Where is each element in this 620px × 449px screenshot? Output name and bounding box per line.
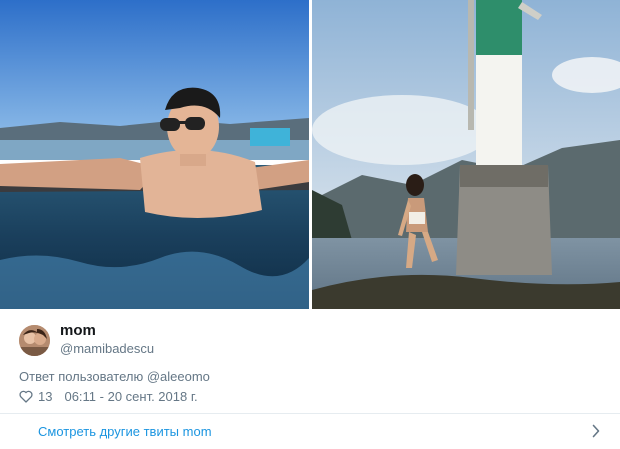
reply-to-text: Ответ пользователю @aleeomo bbox=[19, 369, 210, 384]
photo-hot-tub[interactable] bbox=[0, 0, 309, 309]
tweet-photos bbox=[0, 0, 620, 309]
heart-outline-icon[interactable] bbox=[19, 390, 33, 403]
chevron-right-icon bbox=[592, 424, 600, 438]
author-avatar[interactable] bbox=[19, 325, 50, 356]
author-handle[interactable]: @mamibadescu bbox=[60, 341, 154, 356]
tweet-timestamp[interactable]: 06:11 - 20 сент. 2018 г. bbox=[64, 389, 197, 404]
author-display-name[interactable]: mom bbox=[60, 322, 96, 339]
more-tweets-link[interactable]: Смотреть другие твиты mom bbox=[0, 414, 620, 449]
tweet-card: mom @mamibadescu Ответ пользователю @ale… bbox=[0, 0, 620, 449]
photo-lighthouse[interactable] bbox=[312, 0, 620, 309]
tweet-meta: 13 06:11 - 20 сент. 2018 г. bbox=[19, 388, 198, 404]
like-count: 13 bbox=[38, 388, 53, 404]
more-tweets-label: Смотреть другие твиты mom bbox=[38, 424, 212, 439]
